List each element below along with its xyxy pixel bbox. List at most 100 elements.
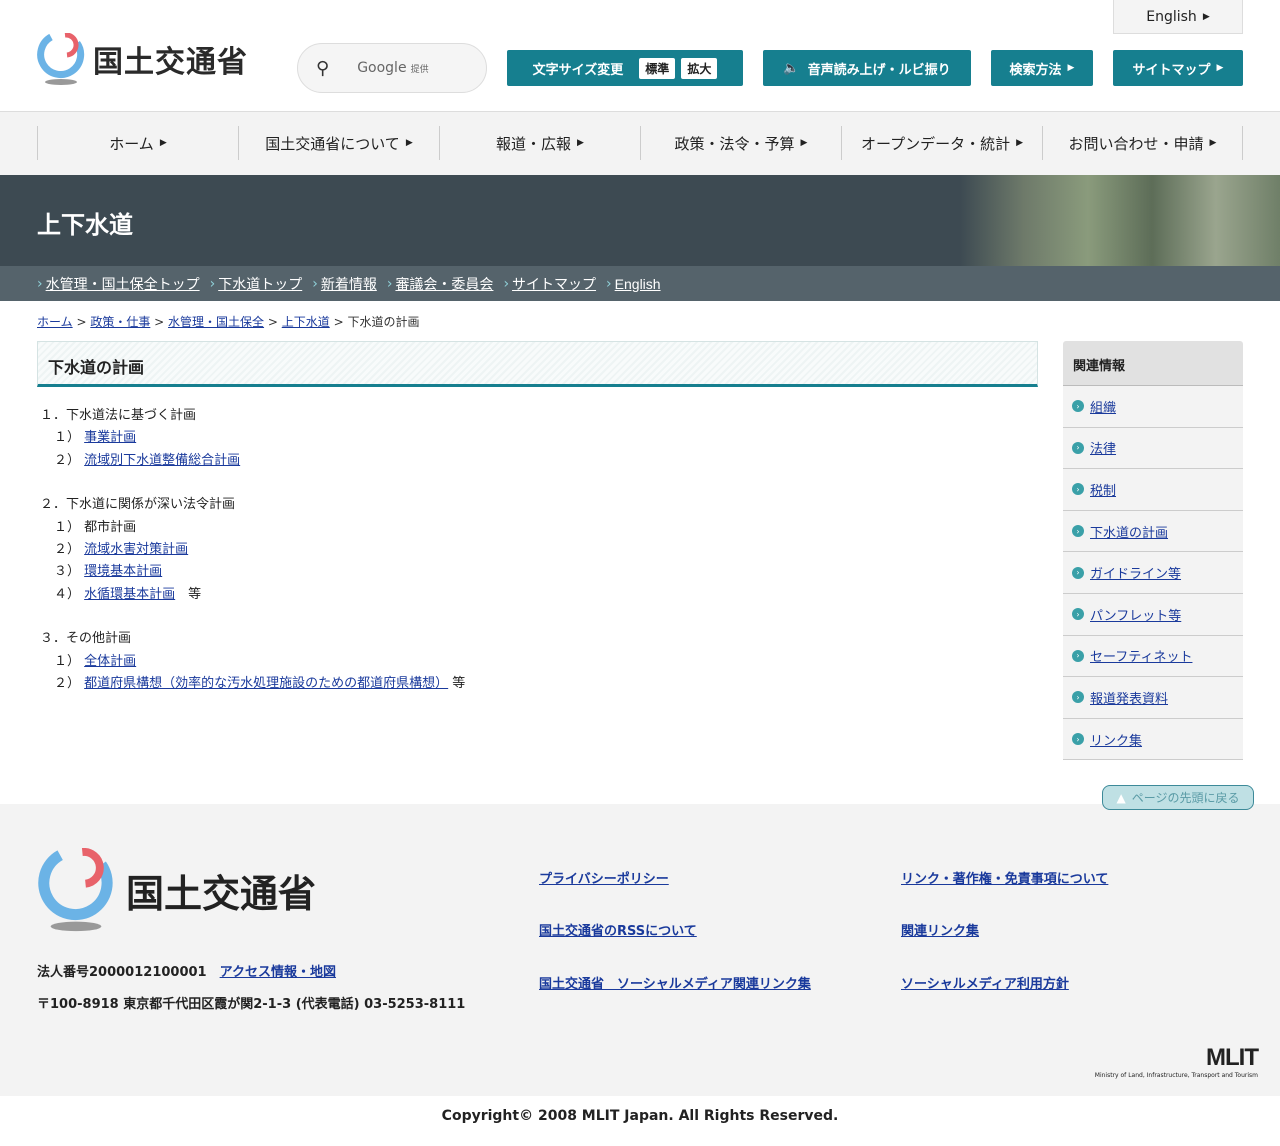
sidebar-link[interactable]: セーフティネット bbox=[1090, 646, 1192, 665]
chevron-right-icon: › bbox=[37, 275, 43, 292]
nav-contact[interactable]: お問い合わせ・申請 ▶ bbox=[1042, 126, 1243, 160]
item-link[interactable]: 流域水害対策計画 bbox=[84, 542, 188, 557]
footer: 国土交通省 法人番号2000012100001 アクセス情報・地図 〒100-8… bbox=[0, 804, 1280, 1096]
sidebar-link[interactable]: 税制 bbox=[1090, 480, 1116, 499]
triangle-right-icon: ▶ bbox=[159, 138, 167, 148]
section-banner: 上下水道 bbox=[0, 175, 1280, 266]
sidebar-link[interactable]: パンフレット等 bbox=[1090, 605, 1181, 624]
nav-home[interactable]: ホーム ▶ bbox=[37, 126, 238, 160]
logo-mark-icon bbox=[38, 848, 113, 932]
logo-mark-icon bbox=[37, 32, 85, 85]
breadcrumb-link[interactable]: 政策・仕事 bbox=[90, 315, 150, 329]
sidebar-item[interactable]: › ガイドライン等 bbox=[1063, 552, 1243, 594]
corp-info: 法人番号2000012100001 アクセス情報・地図 bbox=[37, 961, 336, 980]
breadcrumb-link[interactable]: 水管理・国土保全 bbox=[168, 315, 264, 329]
sidebar-item[interactable]: › セーフティネット bbox=[1063, 635, 1243, 678]
subnav-link[interactable]: English bbox=[615, 276, 661, 292]
sidebar-link[interactable]: 報道発表資料 bbox=[1090, 688, 1168, 707]
item-number: １） bbox=[54, 519, 81, 535]
sitemap-label: サイトマップ bbox=[1132, 62, 1211, 78]
item-link[interactable]: 都道府県構想（効率的な汚水処理施設のための都道府県構想） bbox=[84, 676, 448, 691]
subnav-link[interactable]: 下水道トップ bbox=[218, 274, 302, 294]
breadcrumb-link[interactable]: ホーム bbox=[37, 315, 73, 329]
item-suffix: 等 bbox=[175, 586, 202, 602]
back-to-top-label: ページの先頭に戻る bbox=[1131, 791, 1240, 805]
banner-photo bbox=[960, 175, 1280, 266]
sidebar-item[interactable]: › 税制 bbox=[1063, 469, 1243, 511]
sidebar-item[interactable]: › 組織 bbox=[1063, 386, 1243, 428]
english-button[interactable]: English ▶ bbox=[1113, 0, 1243, 34]
list-item: ４） 水循環基本計画 等 bbox=[40, 584, 465, 606]
logo-text: 国土交通省 bbox=[93, 45, 248, 80]
breadcrumb-current: 下水道の計画 bbox=[347, 315, 420, 329]
sidebar-link[interactable]: リンク集 bbox=[1090, 730, 1142, 749]
chevron-right-icon: › bbox=[312, 275, 318, 292]
footer-link[interactable]: リンク・著作権・免責事項について bbox=[901, 868, 1108, 887]
footer-link[interactable]: 国土交通省のRSSについて bbox=[539, 920, 697, 939]
list-item: ３） 環境基本計画 bbox=[40, 561, 465, 583]
subnav-link[interactable]: 新着情報 bbox=[321, 274, 377, 294]
chevron-circle-icon: › bbox=[1072, 691, 1084, 704]
sidebar-item[interactable]: › 報道発表資料 bbox=[1063, 677, 1243, 719]
search-box[interactable]: ⚲ Google 提供 bbox=[297, 43, 487, 93]
sidebar-item[interactable]: › 法律 bbox=[1063, 427, 1243, 470]
footer-link[interactable]: 国土交通省 ソーシャルメディア関連リンク集 bbox=[539, 973, 811, 992]
item-number: １） bbox=[54, 653, 81, 669]
nav-press[interactable]: 報道・広報 ▶ bbox=[439, 126, 640, 160]
footer-link[interactable]: 関連リンク集 bbox=[901, 920, 979, 939]
english-label: English bbox=[1146, 8, 1197, 25]
chevron-circle-icon: › bbox=[1072, 400, 1084, 413]
footer-link[interactable]: ソーシャルメディア利用方針 bbox=[901, 973, 1069, 992]
sidebar-link[interactable]: 組織 bbox=[1090, 397, 1116, 416]
site-logo[interactable]: 国土交通省 bbox=[37, 32, 248, 85]
item-number: ２） bbox=[54, 452, 81, 468]
chevron-circle-icon: › bbox=[1072, 733, 1084, 746]
font-large-button[interactable]: 拡大 bbox=[681, 57, 718, 79]
font-standard-button[interactable]: 標準 bbox=[639, 57, 676, 79]
chevron-circle-icon: › bbox=[1072, 566, 1084, 579]
sidebar-item[interactable]: › リンク集 bbox=[1063, 718, 1243, 761]
chevron-circle-icon: › bbox=[1072, 608, 1084, 621]
chevron-right-icon: › bbox=[503, 275, 510, 292]
nav-policy[interactable]: 政策・法令・予算 ▶ bbox=[640, 126, 841, 160]
search-brand-suffix: 提供 bbox=[410, 64, 429, 75]
access-link[interactable]: アクセス情報・地図 bbox=[220, 965, 336, 980]
nav-about[interactable]: 国土交通省について ▶ bbox=[238, 126, 439, 160]
item-link[interactable]: 事業計画 bbox=[84, 430, 136, 445]
corp-number: 法人番号2000012100001 bbox=[37, 965, 207, 980]
header: 国土交通省 ⚲ Google 提供 文字サイズ変更 標準 拡大 🔈 音声読み上げ・ル… bbox=[0, 0, 1280, 112]
item-link[interactable]: 環境基本計画 bbox=[84, 564, 162, 579]
sidebar-link[interactable]: 法律 bbox=[1090, 438, 1116, 457]
footer-link[interactable]: プライバシーポリシー bbox=[539, 868, 669, 887]
subnav-link[interactable]: 水管理・国土保全トップ bbox=[46, 274, 200, 294]
triangle-right-icon: ▶ bbox=[1016, 138, 1024, 148]
item-link[interactable]: 水循環基本計画 bbox=[84, 587, 175, 602]
chevron-circle-icon: › bbox=[1072, 525, 1084, 538]
subnav-link[interactable]: 審議会・委員会 bbox=[395, 274, 493, 294]
list-item: ２） 流域別下水道整備総合計画 bbox=[40, 450, 465, 472]
item-number: ４） bbox=[54, 586, 81, 602]
back-to-top-button[interactable]: ▲ ページの先頭に戻る bbox=[1102, 785, 1254, 810]
search-method-button[interactable]: 検索方法 ▶ bbox=[991, 50, 1093, 86]
chevron-circle-icon: › bbox=[1072, 649, 1084, 662]
sidebar-item[interactable]: › 下水道の計画 bbox=[1063, 510, 1243, 553]
speech-button[interactable]: 🔈 音声読み上げ・ルビ振り bbox=[763, 50, 971, 86]
breadcrumb-link[interactable]: 上下水道 bbox=[282, 315, 330, 329]
list-item: １） 都市計画 bbox=[40, 517, 465, 539]
sidebar-link[interactable]: ガイドライン等 bbox=[1090, 563, 1181, 582]
sitemap-button[interactable]: サイトマップ ▶ bbox=[1113, 50, 1243, 86]
copyright: Copyright© 2008 MLIT Japan. All Rights R… bbox=[441, 1108, 839, 1124]
font-size-control: 文字サイズ変更 標準 拡大 bbox=[507, 50, 743, 86]
sidebar-link[interactable]: 下水道の計画 bbox=[1090, 522, 1168, 541]
font-size-label: 文字サイズ変更 bbox=[532, 62, 624, 78]
chevron-right-icon: › bbox=[606, 275, 612, 292]
global-nav: ホーム ▶ 国土交通省について ▶ 報道・広報 ▶ 政策・法令・予算 ▶ オープンデータ… bbox=[0, 112, 1280, 175]
nav-label: お問い合わせ・申請 bbox=[1068, 134, 1204, 153]
item-link[interactable]: 全体計画 bbox=[84, 654, 136, 669]
search-icon[interactable]: ⚲ bbox=[316, 58, 329, 79]
sidebar-item[interactable]: › パンフレット等 bbox=[1063, 593, 1243, 636]
footer-logo[interactable]: 国土交通省 bbox=[38, 848, 316, 932]
item-link[interactable]: 流域別下水道整備総合計画 bbox=[84, 453, 240, 468]
nav-opendata[interactable]: オープンデータ・統計 ▶ bbox=[841, 126, 1042, 160]
subnav-link[interactable]: サイトマップ bbox=[512, 274, 596, 294]
